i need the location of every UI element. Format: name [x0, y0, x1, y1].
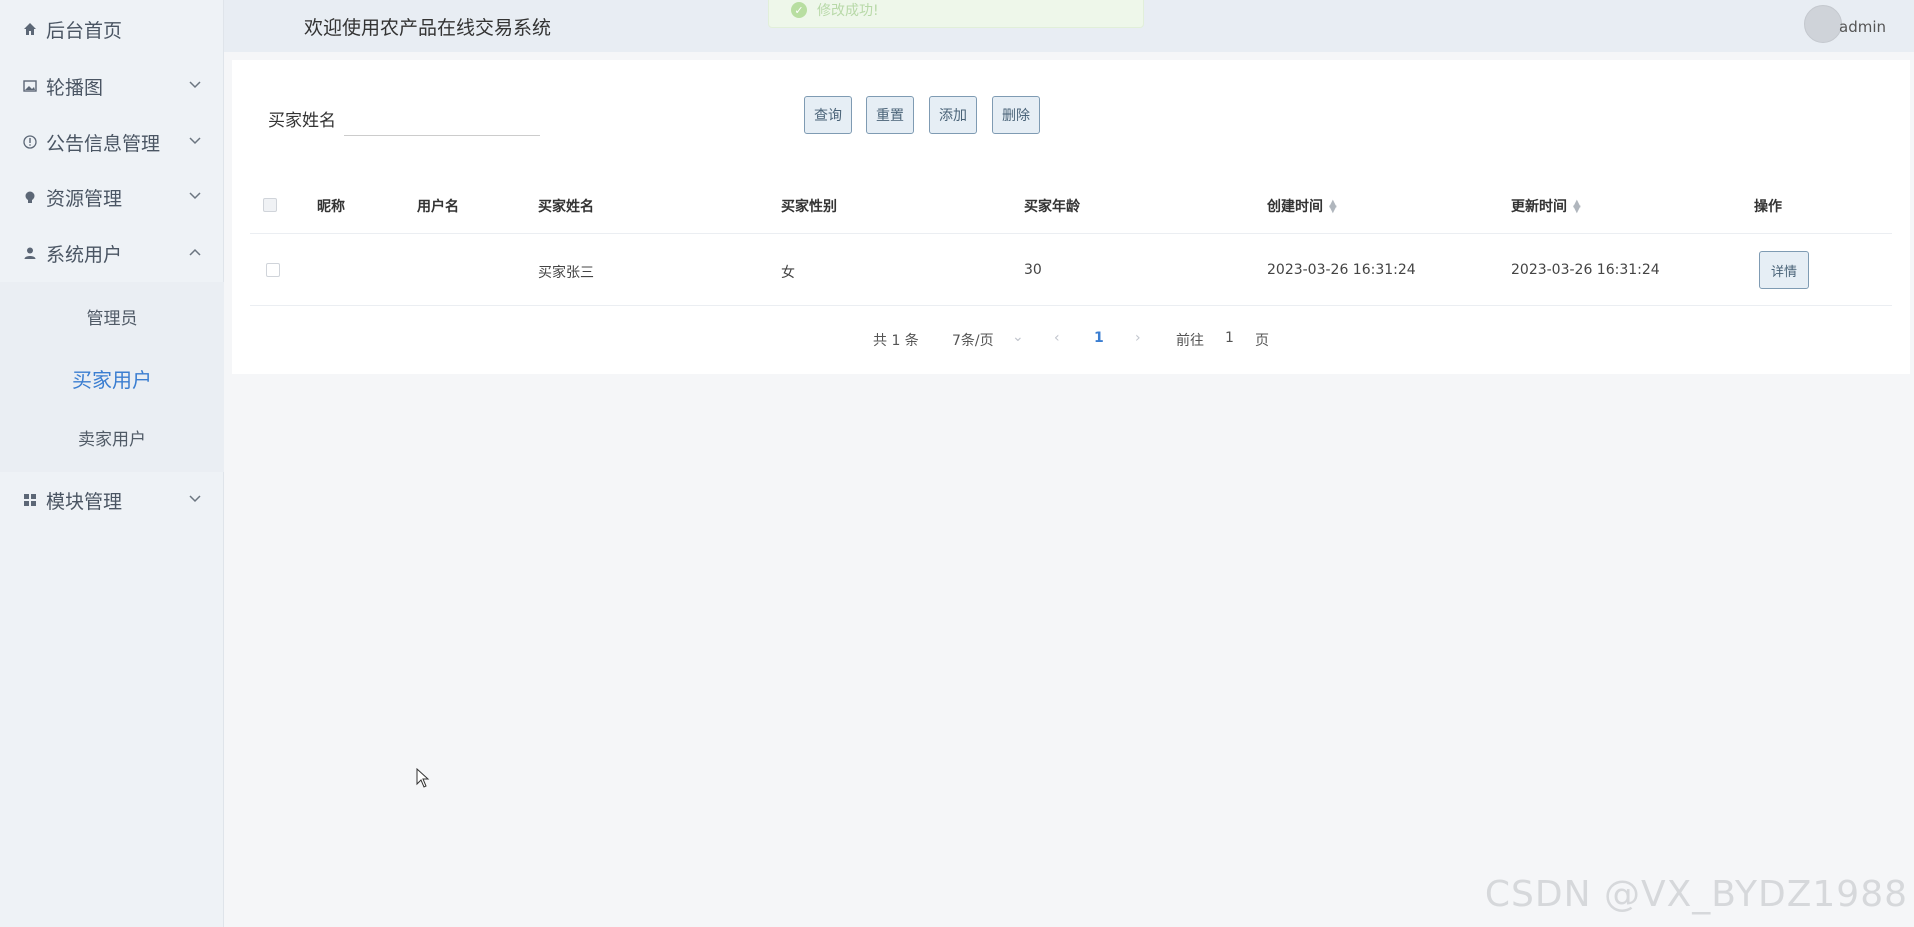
cell-created: 2023-03-26 16:31:24 [1267, 262, 1416, 278]
info-icon [22, 134, 38, 150]
column-header-created-label: 创建时间 [1267, 199, 1323, 215]
sidebar-item-announcements[interactable]: 公告信息管理 [0, 114, 224, 170]
chevron-up-icon [188, 245, 202, 261]
sidebar-item-system-users[interactable]: 系统用户 [0, 225, 224, 281]
toast-message: 修改成功! [817, 3, 879, 19]
goto-prefix: 前往 [1176, 333, 1204, 349]
cell-buyer-name: 买家张三 [538, 265, 594, 281]
table-row: 买家张三 女 30 2023-03-26 16:31:24 2023-03-26… [250, 234, 1892, 306]
select-all-checkbox[interactable] [263, 198, 277, 212]
detail-button[interactable]: 详情 [1759, 251, 1809, 289]
submenu-item-buyer-users[interactable]: 买家用户 [0, 364, 224, 393]
cell-age: 30 [1024, 262, 1042, 278]
table-header: 昵称 用户名 买家姓名 买家性别 买家年龄 创建时间 ▲ ▼ 更新时间 ▲ ▼ 操作 [250, 174, 1892, 234]
app-root: 后台首页 轮播图 公告信息管理 资源管理 系统用户 管理员 买家用户 卖家用户 … [0, 0, 1914, 927]
success-toast: ✓ 修改成功! [768, 0, 1144, 28]
sidebar-item-label: 轮播图 [46, 76, 104, 99]
column-header-username: 用户名 [417, 199, 459, 215]
watermark: CSDN @VX_BYDZ1988 [1484, 874, 1908, 915]
sidebar-item-resources[interactable]: 资源管理 [0, 169, 224, 225]
sidebar-item-label: 资源管理 [46, 187, 123, 210]
avatar[interactable] [1804, 5, 1842, 43]
search-label: 买家姓名 [268, 111, 336, 131]
sidebar: 后台首页 轮播图 公告信息管理 资源管理 系统用户 管理员 买家用户 卖家用户 … [0, 0, 224, 927]
sidebar-item-modules[interactable]: 模块管理 [0, 472, 224, 528]
sort-icon[interactable]: ▲ ▼ [1573, 199, 1581, 215]
prev-page-icon[interactable]: ‹ [1054, 330, 1060, 346]
column-header-updated-label: 更新时间 [1511, 199, 1567, 215]
pagination-total: 共 1 条 [873, 333, 919, 349]
sidebar-item-label: 系统用户 [46, 243, 123, 266]
column-header-updated[interactable]: 更新时间 ▲ ▼ [1511, 196, 1581, 216]
goto-suffix: 页 [1255, 333, 1269, 349]
next-page-icon[interactable]: › [1135, 330, 1141, 346]
welcome-title: 欢迎使用农产品在线交易系统 [304, 17, 552, 39]
sort-icon[interactable]: ▲ ▼ [1329, 199, 1337, 215]
sidebar-item-label: 模块管理 [46, 490, 123, 513]
query-button[interactable]: 查询 [804, 96, 852, 134]
main-panel: 买家姓名 查询 重置 添加 删除 昵称 用户名 买家姓名 买家性别 买家年龄 创… [232, 60, 1910, 374]
sidebar-item-label: 公告信息管理 [46, 132, 161, 155]
grid-icon [22, 492, 38, 508]
buyer-name-input[interactable] [344, 100, 540, 136]
image-icon [22, 78, 38, 94]
submenu-item-seller-users[interactable]: 卖家用户 [0, 425, 224, 450]
bulb-icon [22, 189, 38, 205]
column-header-created[interactable]: 创建时间 ▲ ▼ [1267, 196, 1337, 216]
column-header-age: 买家年龄 [1024, 199, 1080, 215]
chevron-down-icon [188, 78, 202, 94]
current-page[interactable]: 1 [1094, 330, 1104, 346]
column-header-actions: 操作 [1754, 199, 1782, 215]
chevron-down-icon[interactable]: ⌄ [1012, 329, 1024, 345]
submenu-item-admin[interactable]: 管理员 [0, 304, 224, 329]
username-label[interactable]: admin [1839, 18, 1886, 36]
cell-gender: 女 [781, 265, 795, 281]
page-size-select[interactable]: 7条/页 [952, 330, 994, 350]
pagination: 共 1 条 7条/页 ⌄ ‹ 1 › 前往 1 页 [232, 329, 1910, 354]
reset-button[interactable]: 重置 [866, 96, 914, 134]
top-bar: 欢迎使用农产品在线交易系统 ✓ 修改成功! admin [224, 0, 1914, 52]
add-button[interactable]: 添加 [929, 96, 977, 134]
column-header-gender: 买家性别 [781, 199, 837, 215]
column-header-buyer-name: 买家姓名 [538, 199, 594, 215]
delete-button[interactable]: 删除 [992, 96, 1040, 134]
check-circle-icon: ✓ [791, 2, 807, 18]
home-icon [22, 21, 38, 37]
mouse-cursor-icon [416, 767, 430, 792]
sidebar-item-carousel[interactable]: 轮播图 [0, 58, 224, 114]
row-checkbox[interactable] [266, 263, 280, 277]
submenu-system-users: 管理员 买家用户 卖家用户 [0, 282, 224, 472]
column-header-nickname: 昵称 [317, 199, 345, 215]
chevron-down-icon [188, 189, 202, 205]
chevron-down-icon [188, 492, 202, 508]
user-icon [22, 245, 38, 261]
goto-page-input[interactable]: 1 [1225, 330, 1234, 346]
sidebar-item-home[interactable]: 后台首页 [0, 1, 224, 57]
cell-updated: 2023-03-26 16:31:24 [1511, 262, 1660, 278]
chevron-down-icon [188, 134, 202, 150]
sidebar-item-label: 后台首页 [46, 19, 123, 42]
